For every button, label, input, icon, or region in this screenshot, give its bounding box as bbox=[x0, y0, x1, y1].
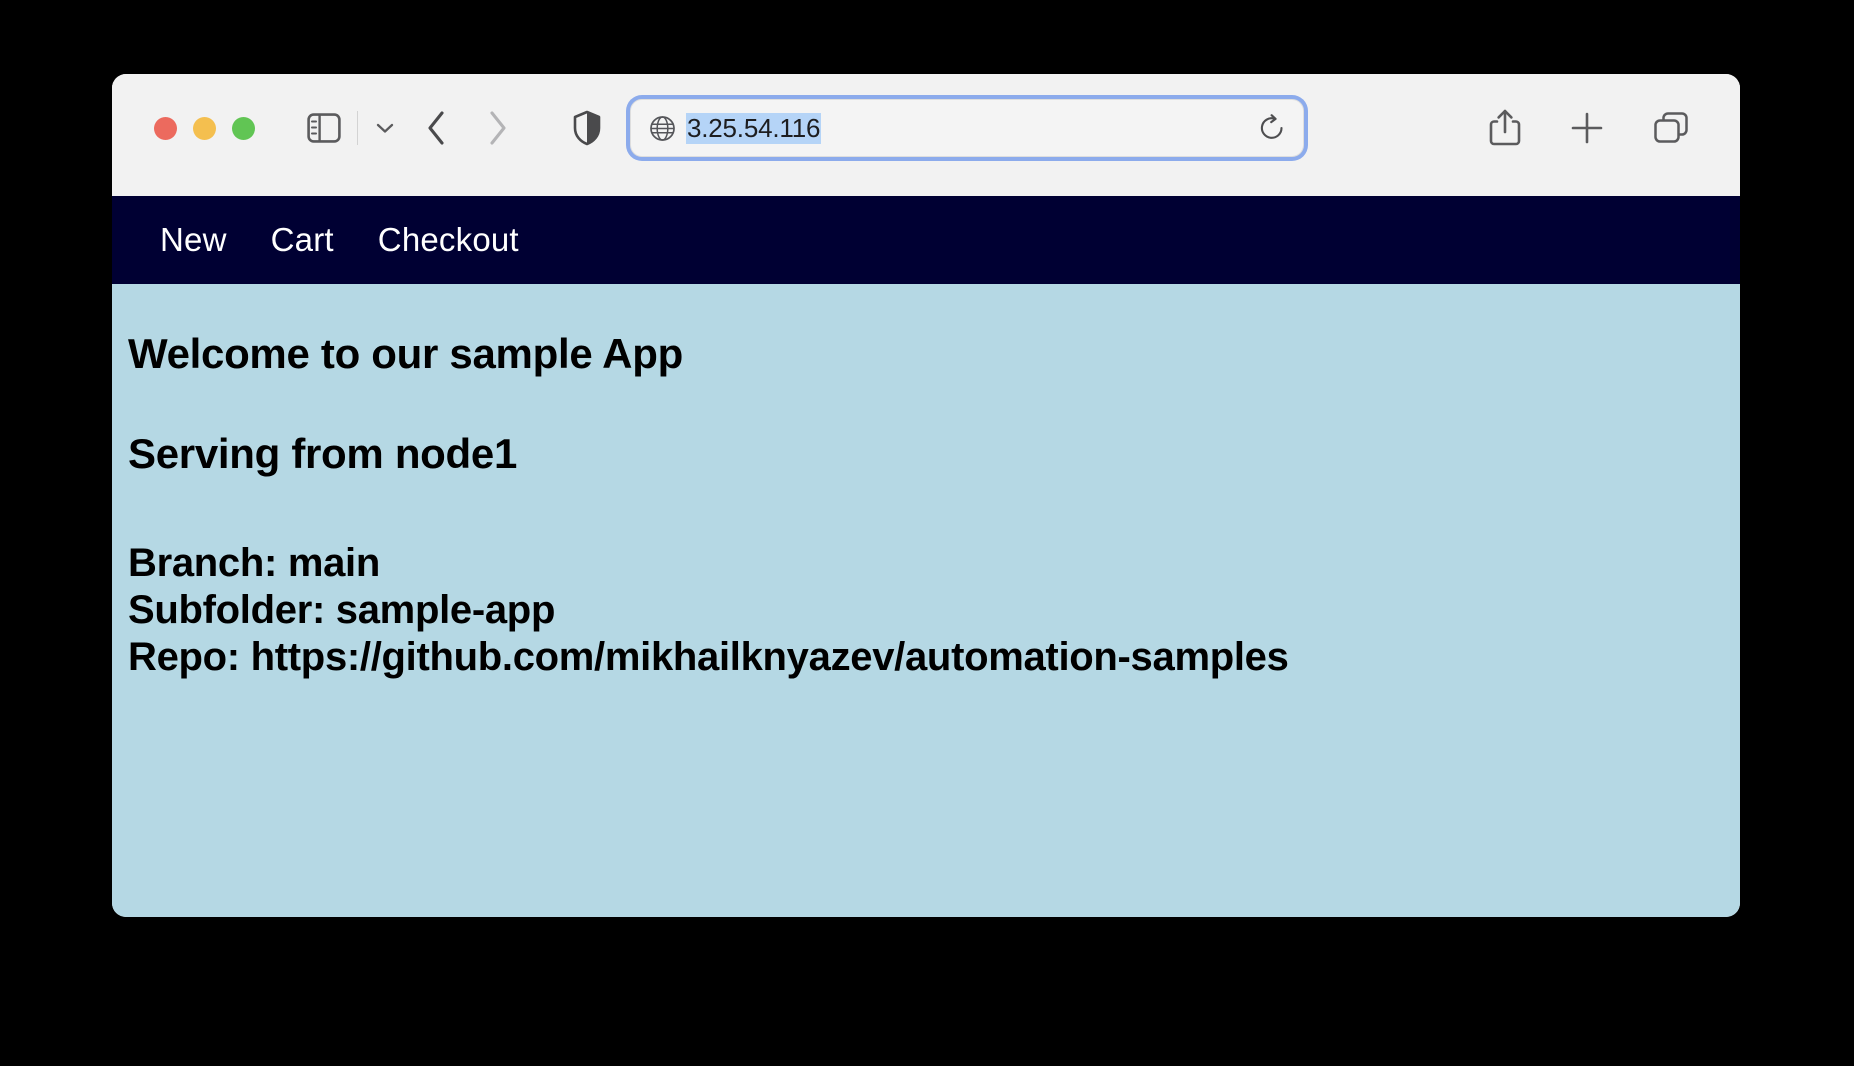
screen: 3.25.54.116 New Cart Checkout Welcome to… bbox=[0, 0, 1854, 1066]
tab-overview-icon[interactable] bbox=[1652, 110, 1690, 146]
subfolder-line: Subfolder: sample-app bbox=[128, 588, 556, 633]
nav-item-checkout[interactable]: Checkout bbox=[356, 221, 541, 259]
back-button[interactable] bbox=[424, 108, 450, 148]
page-content: New Cart Checkout Welcome to our sample … bbox=[112, 196, 1740, 917]
shield-icon[interactable] bbox=[572, 110, 602, 146]
reload-icon[interactable] bbox=[1257, 113, 1287, 143]
sidebar-icon[interactable] bbox=[307, 113, 341, 143]
repo-line: Repo: https://github.com/mikhailknyazev/… bbox=[128, 635, 1289, 680]
nav-item-cart[interactable]: Cart bbox=[249, 221, 356, 259]
minimize-window-button[interactable] bbox=[193, 116, 216, 140]
branch-line: Branch: main bbox=[128, 541, 381, 585]
maximize-window-button[interactable] bbox=[232, 116, 255, 140]
window-controls bbox=[154, 116, 255, 140]
toolbar-actions bbox=[1488, 108, 1712, 148]
share-icon[interactable] bbox=[1488, 108, 1522, 148]
url-value[interactable]: 3.25.54.116 bbox=[686, 112, 822, 144]
site-navigation: New Cart Checkout bbox=[112, 196, 1740, 284]
browser-window: 3.25.54.116 New Cart Checkout Welcome to… bbox=[112, 74, 1740, 917]
url-text[interactable]: 3.25.54.116 bbox=[686, 112, 1257, 144]
browser-toolbar: 3.25.54.116 bbox=[112, 74, 1740, 182]
page-body: Welcome to our sample App Serving from n… bbox=[112, 330, 1740, 682]
close-window-button[interactable] bbox=[154, 116, 177, 140]
welcome-heading: Welcome to our sample App bbox=[128, 330, 683, 377]
globe-icon bbox=[649, 115, 676, 142]
toolbar-divider bbox=[357, 111, 358, 145]
plus-icon[interactable] bbox=[1570, 111, 1604, 145]
chevron-down-icon[interactable] bbox=[374, 120, 396, 136]
deployment-info: Branch: main Subfolder: sample-app Repo:… bbox=[128, 540, 1740, 682]
nav-item-new[interactable]: New bbox=[138, 221, 249, 259]
forward-button[interactable] bbox=[484, 108, 510, 148]
address-bar[interactable]: 3.25.54.116 bbox=[630, 99, 1304, 157]
serving-heading: Serving from node1 bbox=[128, 430, 518, 477]
